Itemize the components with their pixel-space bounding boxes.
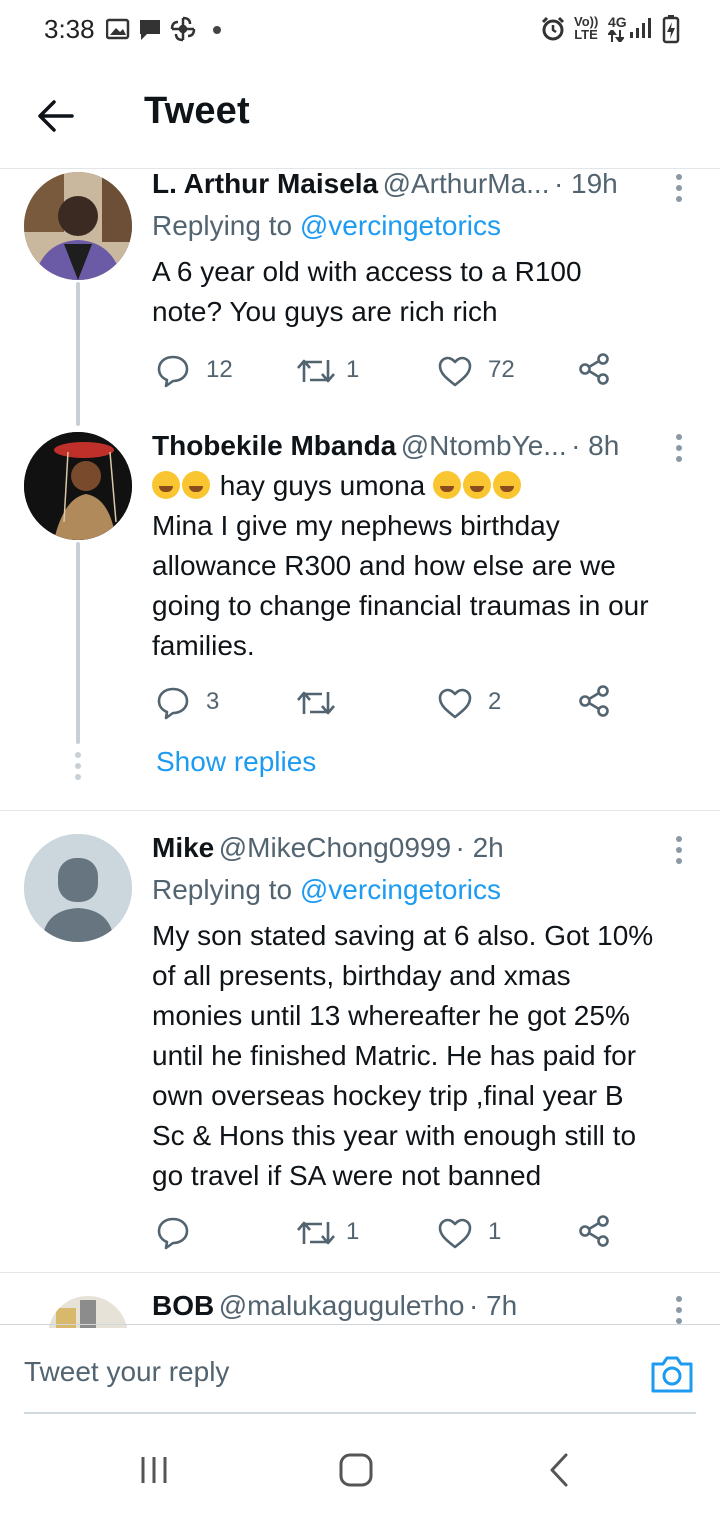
tweet-text-line: going to change financial traumas in our xyxy=(152,590,649,621)
more-options-icon[interactable] xyxy=(676,836,682,869)
reply-input[interactable]: Tweet your reply xyxy=(24,1356,229,1388)
replying-prefix: Replying to xyxy=(152,210,300,241)
replying-prefix: Replying to xyxy=(152,874,300,905)
signal-icon xyxy=(630,18,651,38)
like-count: 1 xyxy=(488,1218,502,1245)
author-name[interactable]: Thobekile Mbanda xyxy=(152,430,396,461)
system-back-icon[interactable] xyxy=(546,1452,572,1488)
avatar[interactable] xyxy=(24,172,132,280)
tweet-text-line: allowance R300 and how else are we xyxy=(152,550,616,581)
tweet[interactable]: L. Arthur Maisela @ArthurMa... · 19h Rep… xyxy=(0,168,720,420)
author-name[interactable]: Mike xyxy=(152,832,214,863)
recent-apps-icon[interactable] xyxy=(138,1454,170,1486)
retweet-icon[interactable] xyxy=(296,1218,336,1248)
author-name[interactable]: BOB xyxy=(152,1290,214,1321)
author-name[interactable]: L. Arthur Maisela xyxy=(152,168,378,199)
compose-top-divider xyxy=(0,1324,720,1325)
rofl-emoji-icon xyxy=(182,471,210,499)
tweet-text-line: note? You guys are rich rich xyxy=(152,296,498,327)
network-type-label: 4G xyxy=(608,14,627,30)
retweet-count: 1 xyxy=(346,1218,360,1245)
tweet-text-line: A 6 year old with access to a R100 xyxy=(152,256,582,287)
retweet-icon[interactable] xyxy=(296,688,336,718)
like-count: 2 xyxy=(488,688,502,715)
rofl-emoji-icon xyxy=(433,471,462,499)
rofl-emoji-icon xyxy=(152,471,180,499)
tweet[interactable]: Thobekile Mbanda @NtombYe... · 8h hay gu… xyxy=(0,430,720,740)
author-handle[interactable]: @malukagugulетho xyxy=(219,1290,465,1321)
tweet-text-line: families. xyxy=(152,630,255,661)
tweet-time: · 7h xyxy=(468,1290,518,1321)
author-handle[interactable]: @NtombYe... xyxy=(401,430,567,461)
tweet[interactable]: Mike @MikeChong0999 · 2h Replying to @ve… xyxy=(0,832,720,1262)
alarm-icon xyxy=(541,16,565,41)
tweet-text-line: Sc & Hons this year with enough still to xyxy=(152,1120,637,1151)
tweet-text-line: of all presents, birthday and xmas xyxy=(152,960,571,991)
reply-composer: Tweet your reply xyxy=(0,1324,720,1420)
tweet-time: · 8h xyxy=(571,430,620,461)
back-arrow-icon[interactable] xyxy=(36,96,76,136)
tweet-text-line: own overseas hockey trip ,final year B xyxy=(152,1080,624,1111)
like-icon[interactable] xyxy=(438,688,472,720)
tweet-time: · 2h xyxy=(455,832,504,863)
status-bar: 3:38 Vo)) LTE 4G xyxy=(0,0,720,62)
default-avatar[interactable] xyxy=(24,834,132,942)
tweet-text-line: hay guys umona xyxy=(152,470,523,502)
notification-dot-icon xyxy=(213,26,221,34)
more-options-icon[interactable] xyxy=(676,174,682,207)
share-icon[interactable] xyxy=(578,352,612,386)
battery-icon xyxy=(662,15,680,44)
tweet-text-line: monies until 13 whereafter he got 25% xyxy=(152,1000,630,1031)
tweet-time: · 19h xyxy=(553,168,618,199)
compose-underline xyxy=(24,1412,696,1414)
retweet-count: 1 xyxy=(346,356,360,383)
reply-icon[interactable] xyxy=(156,354,190,388)
tweet-text-line: until he finished Matric. He has paid fo… xyxy=(152,1040,637,1071)
message-icon xyxy=(140,20,160,40)
pinwheel-icon xyxy=(170,16,196,42)
tweet-text-line: My son stated saving at 6 also. Got 10% xyxy=(152,920,654,951)
replying-to: Replying to @vercingetorics xyxy=(152,210,501,242)
share-icon[interactable] xyxy=(578,1214,612,1248)
replying-handle-link[interactable]: @vercingetorics xyxy=(300,210,501,241)
like-icon[interactable] xyxy=(438,356,472,388)
data-arrows-icon xyxy=(608,30,624,42)
author-handle[interactable]: @MikeChong0999 xyxy=(219,832,451,863)
tweet-divider xyxy=(0,1272,720,1273)
tweet-text-fragment: hay guys umona xyxy=(219,470,426,501)
show-replies-link[interactable]: Show replies xyxy=(156,746,316,778)
tweet-text-line: Mina I give my nephews birthday xyxy=(152,510,560,541)
volte-label: Vo)) LTE xyxy=(574,14,599,42)
share-icon[interactable] xyxy=(578,684,612,718)
thread-divider xyxy=(0,810,720,811)
reply-count: 12 xyxy=(206,356,233,383)
reply-count: 3 xyxy=(206,688,220,715)
avatar[interactable] xyxy=(24,432,132,540)
author-handle[interactable]: @ArthurMa... xyxy=(383,168,550,199)
tweet[interactable]: BOB @malukagugulетho · 7h xyxy=(0,1290,720,1328)
camera-icon[interactable] xyxy=(650,1354,694,1394)
replying-handle-link[interactable]: @vercingetorics xyxy=(300,874,501,905)
like-count: 72 xyxy=(488,356,515,383)
rofl-emoji-icon xyxy=(463,471,492,499)
like-icon[interactable] xyxy=(438,1218,472,1250)
header: Tweet xyxy=(0,62,720,168)
tweet-text-line: go travel if SA were not banned xyxy=(152,1160,542,1191)
more-options-icon[interactable] xyxy=(676,434,682,467)
page-title: Tweet xyxy=(144,90,250,132)
retweet-icon[interactable] xyxy=(296,356,336,386)
status-time: 3:38 xyxy=(44,14,95,44)
rofl-emoji-icon xyxy=(493,471,522,499)
reply-icon[interactable] xyxy=(156,1216,190,1250)
gallery-icon xyxy=(106,18,130,40)
thread-gap-dots xyxy=(75,752,81,785)
system-nav-bar xyxy=(0,1420,720,1520)
replying-to: Replying to @vercingetorics xyxy=(152,874,501,906)
home-icon[interactable] xyxy=(338,1452,374,1488)
reply-icon[interactable] xyxy=(156,686,190,720)
